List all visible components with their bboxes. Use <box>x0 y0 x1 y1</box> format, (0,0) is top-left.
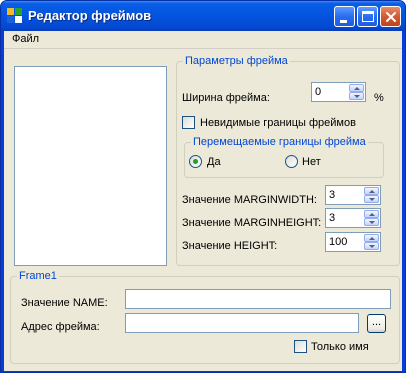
movable-borders-legend: Перемещаемые границы фрейма <box>193 136 366 148</box>
marginwidth-spinner[interactable]: 3 <box>325 185 381 205</box>
maximize-button[interactable] <box>357 6 378 27</box>
browse-button[interactable]: ... <box>367 314 386 333</box>
menu-file[interactable]: Файл <box>10 33 41 45</box>
frames-listbox[interactable] <box>14 66 167 266</box>
frame-width-up-button[interactable] <box>349 84 364 92</box>
movable-yes-label: Да <box>207 156 221 168</box>
radio-selected-dot <box>193 159 198 164</box>
close-button[interactable] <box>380 6 401 27</box>
marginheight-up-button[interactable] <box>364 210 379 218</box>
frame1-legend: Frame1 <box>19 270 57 282</box>
minimize-button[interactable] <box>334 6 355 27</box>
marginheight-spinner[interactable]: 3 <box>325 208 381 228</box>
name-input[interactable] <box>125 289 391 309</box>
frame-width-value: 0 <box>315 86 322 98</box>
marginwidth-label: Значение MARGINWIDTH: <box>182 194 317 206</box>
height-up-button[interactable] <box>364 234 379 242</box>
height-label: Значение HEIGHT: <box>182 240 278 252</box>
height-spinner[interactable]: 100 <box>325 232 381 252</box>
frame-params-legend: Параметры фрейма <box>185 55 288 67</box>
frame-width-unit: % <box>374 92 384 104</box>
close-icon <box>386 12 396 22</box>
frame-editor-window: Редактор фреймов Файл Параметры фрейма Ш… <box>0 0 406 373</box>
frame-width-label: Ширина фрейма: <box>182 92 270 104</box>
movable-no-label: Нет <box>302 156 321 168</box>
movable-no-radio[interactable] <box>285 155 298 168</box>
invisible-borders-checkbox[interactable] <box>182 116 195 129</box>
app-icon <box>7 8 22 23</box>
maximize-icon <box>362 11 374 22</box>
height-value: 100 <box>329 236 348 248</box>
movable-yes-radio[interactable] <box>189 155 202 168</box>
window-title: Редактор фреймов <box>28 8 152 23</box>
address-input[interactable] <box>125 313 359 333</box>
height-down-button[interactable] <box>364 242 379 250</box>
marginwidth-up-button[interactable] <box>364 187 379 195</box>
address-label: Адрес фрейма: <box>21 321 100 333</box>
name-only-checkbox[interactable] <box>294 340 307 353</box>
client-area: Файл Параметры фрейма Ширина фрейма: 0 %… <box>4 31 402 371</box>
name-only-label: Только имя <box>311 341 369 353</box>
marginwidth-down-button[interactable] <box>364 195 379 203</box>
minimize-icon <box>340 20 347 23</box>
frame-width-down-button[interactable] <box>349 92 364 100</box>
title-bar[interactable]: Редактор фреймов <box>1 1 405 31</box>
invisible-borders-label: Невидимые границы фреймов <box>200 117 356 129</box>
menu-bar: Файл <box>4 31 402 49</box>
marginheight-down-button[interactable] <box>364 218 379 226</box>
marginheight-label: Значение MARGINHEIGHT: <box>182 217 322 229</box>
name-label: Значение NAME: <box>21 297 108 309</box>
marginwidth-value: 3 <box>329 189 336 201</box>
marginheight-value: 3 <box>329 212 336 224</box>
frame-width-spinner[interactable]: 0 <box>311 82 366 102</box>
